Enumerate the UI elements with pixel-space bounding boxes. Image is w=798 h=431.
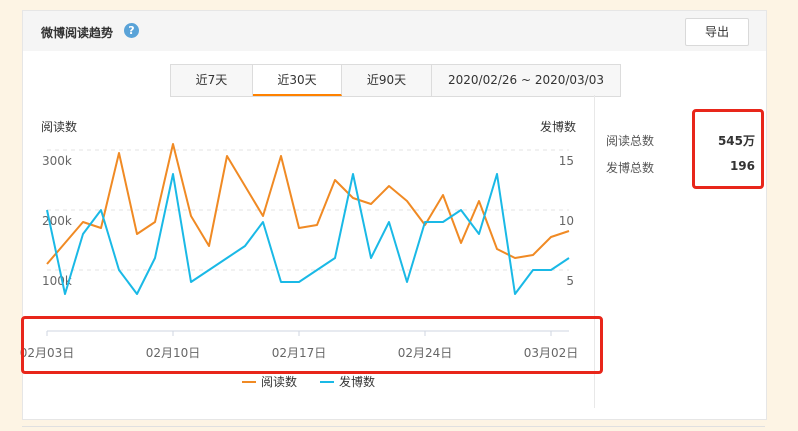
highlight-stats-box [692,109,764,189]
legend-label: 发博数 [339,374,375,389]
reads-series-line [46,143,570,265]
right-tick-label: 15 [559,154,574,168]
highlight-xaxis-box [21,316,603,374]
left-tick-label: 300k [42,154,72,168]
right-tick-label: 5 [566,274,574,288]
left-axis-title: 阅读数 [41,119,77,134]
right-tick-label: 10 [559,214,574,228]
page-divider [22,426,765,427]
legend-label: 阅读数 [261,374,297,389]
left-tick-label: 200k [42,214,72,228]
right-axis-title: 发博数 [540,119,576,134]
